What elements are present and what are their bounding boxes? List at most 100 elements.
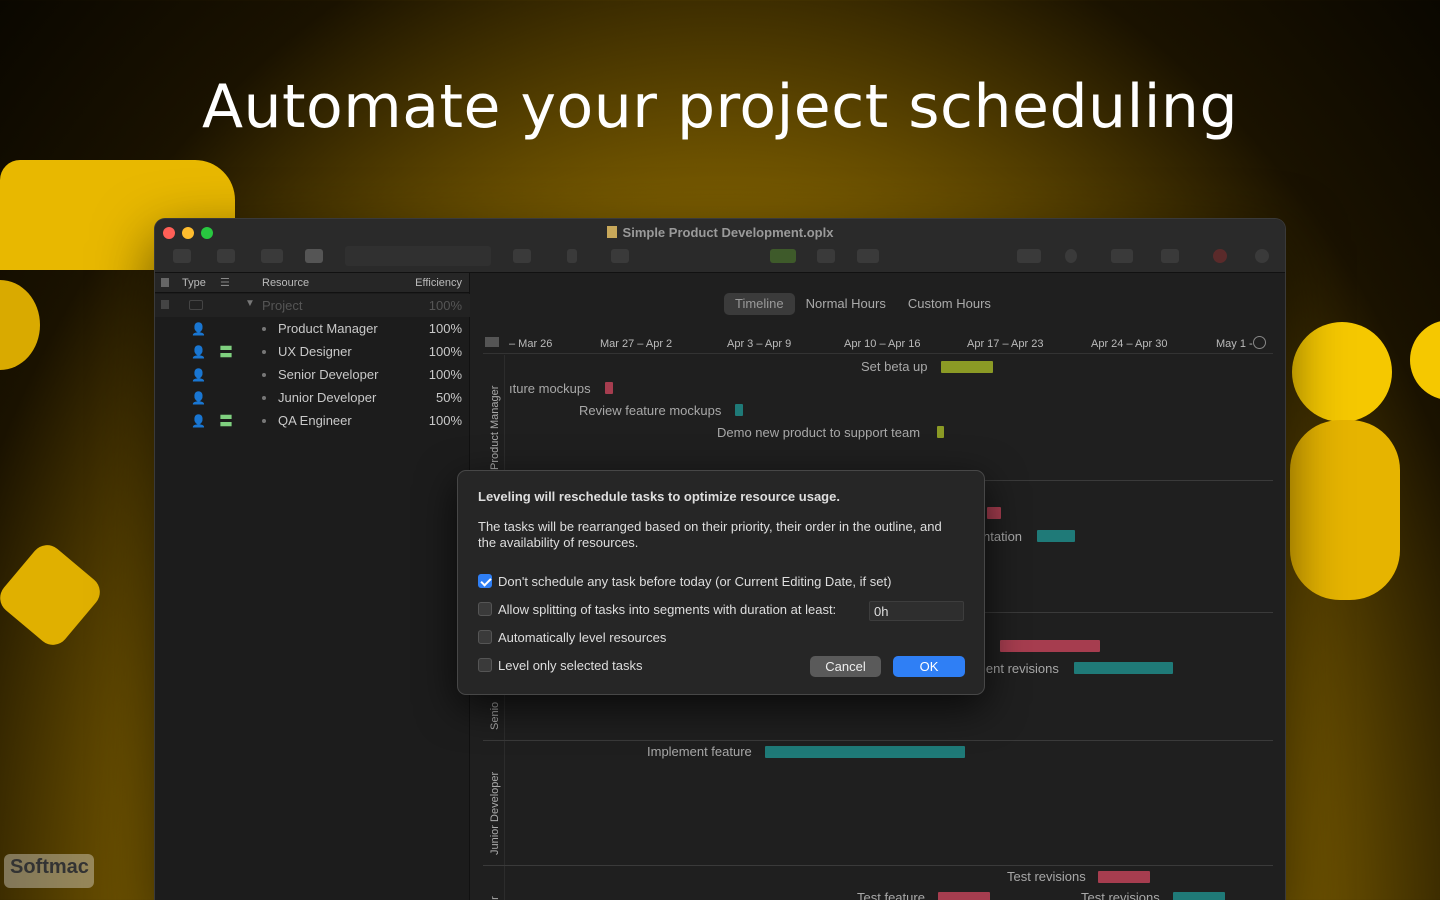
level-resources-icon[interactable] (770, 249, 796, 263)
task-bar[interactable] (938, 892, 990, 900)
task-bar[interactable] (1173, 892, 1225, 900)
efficiency-column-header[interactable]: Efficiency (415, 277, 462, 289)
task-bar[interactable] (605, 382, 613, 394)
disclosure-triangle-icon[interactable]: ▼ (245, 298, 255, 309)
checkbox[interactable] (478, 658, 492, 672)
resource-view-icon[interactable] (305, 249, 323, 263)
publish-icon[interactable] (1161, 249, 1179, 263)
task-bar[interactable] (941, 361, 993, 373)
leveling-dialog: Leveling will reschedule tasks to optimi… (457, 470, 985, 695)
outline-row[interactable]: 👤 Product Manager 100% (155, 317, 470, 340)
task-label: Demo new product to support team (717, 425, 921, 440)
network-icon[interactable] (1065, 249, 1077, 263)
bg-shape-right-circle-2 (1410, 320, 1440, 400)
split-duration-input[interactable] (869, 601, 964, 621)
lane-label: Junior Developer (483, 741, 505, 865)
indent-icon[interactable] (611, 249, 629, 263)
task-label: Set beta up (861, 359, 928, 374)
view-segmented-control: Timeline Normal Hours Custom Hours (724, 293, 1002, 315)
group-icon (189, 300, 203, 310)
add-icon[interactable] (1253, 336, 1266, 349)
type-column-header[interactable]: Type (182, 277, 206, 289)
task-bar[interactable] (1037, 530, 1075, 542)
task-label: ient revisions (983, 661, 1059, 676)
outline-row[interactable]: 👤 Senior Developer 100% (155, 363, 470, 386)
person-icon: 👤 (191, 391, 206, 405)
document-icon (606, 226, 617, 238)
note-icon: 〓 (219, 344, 233, 360)
week-label: Apr 17 – Apr 23 (967, 338, 1044, 350)
week-label: Apr 24 – Apr 30 (1091, 338, 1168, 350)
resource-efficiency: 100% (428, 413, 462, 428)
sidebar-toggle-icon[interactable] (173, 249, 191, 263)
person-icon: 👤 (191, 368, 206, 382)
bullet-icon (262, 396, 266, 400)
task-bar[interactable] (1074, 662, 1173, 674)
outline-column-headers: Type ☰ Resource Efficiency (155, 273, 469, 293)
row-checkbox[interactable] (161, 300, 169, 309)
resource-efficiency: 100% (428, 344, 462, 359)
ok-button[interactable]: OK (893, 656, 965, 677)
scenario-popup[interactable] (345, 246, 491, 266)
tab-custom-hours[interactable]: Custom Hours (897, 293, 1002, 315)
info-pin-icon[interactable] (567, 249, 577, 263)
task-bar[interactable] (735, 404, 743, 416)
outline-view-icon[interactable] (217, 249, 235, 263)
tracking-icon[interactable] (1111, 249, 1133, 263)
checkbox[interactable] (478, 574, 492, 588)
resource-efficiency: 100% (428, 321, 462, 336)
task-bar[interactable] (765, 746, 965, 758)
dialog-body: The tasks will be rearranged based on th… (478, 519, 942, 550)
lane-label: er (483, 866, 505, 900)
note-icon: 〓 (219, 413, 233, 429)
week-label: Apr 10 – Apr 16 (844, 338, 921, 350)
headline: Automate your project scheduling (201, 72, 1239, 142)
bg-shape-left-diamond (0, 538, 107, 652)
project-name: Project (262, 298, 303, 313)
task-bar[interactable] (1098, 871, 1150, 883)
dialog-heading: Leveling will reschedule tasks to optimi… (478, 489, 840, 504)
resource-name: Senior Developer (278, 367, 379, 382)
gantt-view-icon[interactable] (261, 249, 283, 263)
outline-row[interactable]: 👤 〓 UX Designer 100% (155, 340, 470, 363)
checkbox[interactable] (478, 602, 492, 616)
baseline-icon[interactable] (817, 249, 835, 263)
outline-row-project[interactable]: ▼ Project 100% (155, 294, 470, 317)
task-bar[interactable] (937, 426, 944, 438)
week-label: Apr 3 – Apr 9 (727, 338, 792, 350)
zoom-icon[interactable] (485, 337, 499, 347)
inspector-icon[interactable] (1255, 249, 1269, 263)
task-label: Implement feature (647, 744, 752, 759)
task-bar[interactable] (987, 507, 1001, 519)
violations-icon[interactable] (1213, 249, 1227, 263)
person-icon: 👤 (191, 322, 206, 336)
lane-label: Product Manager (483, 355, 505, 480)
option-label: Automatically level resources (498, 630, 667, 645)
styles-icon[interactable] (857, 249, 879, 263)
list-icon: ☰ (220, 277, 230, 289)
tab-normal-hours[interactable]: Normal Hours (795, 293, 897, 315)
calendar-icon[interactable] (1017, 249, 1041, 263)
lane-product-manager: Product Manager Set beta up ıture mockup… (483, 355, 1273, 481)
connect-icon[interactable] (513, 249, 531, 263)
select-all-checkbox[interactable] (161, 278, 169, 287)
timeline-header: – Mar 26 Mar 27 – Apr 2 Apr 3 – Apr 9 Ap… (483, 334, 1273, 354)
task-label: Test revisions (1081, 890, 1160, 900)
bullet-icon (262, 419, 266, 423)
option-label: Level only selected tasks (498, 658, 643, 673)
resource-efficiency: 50% (435, 390, 462, 405)
lane-qa-engineer: er Test revisions Test feature Test revi… (483, 866, 1273, 900)
person-icon: 👤 (191, 345, 206, 359)
bg-shape-left-circle (0, 280, 40, 370)
outline-row[interactable]: 👤 〓 QA Engineer 100% (155, 409, 470, 432)
resource-column-header[interactable]: Resource (262, 277, 309, 289)
checkbox[interactable] (478, 630, 492, 644)
cancel-button[interactable]: Cancel (810, 656, 881, 677)
task-label: Test revisions (1007, 869, 1086, 884)
resource-name: UX Designer (278, 344, 352, 359)
task-bar[interactable] (1000, 640, 1100, 652)
outline-row[interactable]: 👤 Junior Developer 50% (155, 386, 470, 409)
week-label: Mar 27 – Apr 2 (600, 338, 673, 350)
tab-timeline[interactable]: Timeline (724, 293, 795, 315)
week-label: – Mar 26 (509, 338, 553, 350)
